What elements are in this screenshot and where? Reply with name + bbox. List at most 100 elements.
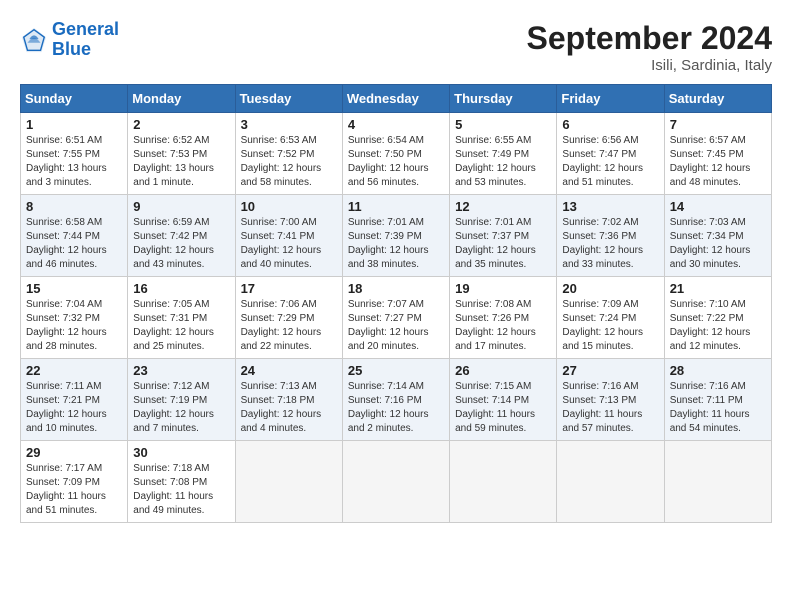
- day-number: 12: [455, 199, 551, 214]
- logo-text: General Blue: [52, 20, 119, 60]
- header-thursday: Thursday: [450, 85, 557, 113]
- sunset: Sunset: 7:21 PM: [26, 394, 122, 408]
- calendar-row: 1 Sunrise: 6:51 AM Sunset: 7:55 PM Dayli…: [21, 113, 772, 195]
- table-row: 19 Sunrise: 7:08 AM Sunset: 7:26 PM Dayl…: [450, 277, 557, 359]
- daylight: Daylight: 12 hours and 38 minutes.: [348, 244, 444, 272]
- table-row: 7 Sunrise: 6:57 AM Sunset: 7:45 PM Dayli…: [664, 113, 771, 195]
- sunrise: Sunrise: 7:17 AM: [26, 462, 122, 476]
- sunset: Sunset: 7:50 PM: [348, 148, 444, 162]
- sunset: Sunset: 7:47 PM: [562, 148, 658, 162]
- sunset: Sunset: 7:36 PM: [562, 230, 658, 244]
- sunset: Sunset: 7:32 PM: [26, 312, 122, 326]
- table-row: 29 Sunrise: 7:17 AM Sunset: 7:09 PM Dayl…: [21, 441, 128, 523]
- table-row: 16 Sunrise: 7:05 AM Sunset: 7:31 PM Dayl…: [128, 277, 235, 359]
- sunset: Sunset: 7:11 PM: [670, 394, 766, 408]
- sunset: Sunset: 7:18 PM: [241, 394, 337, 408]
- table-row: 25 Sunrise: 7:14 AM Sunset: 7:16 PM Dayl…: [342, 359, 449, 441]
- daylight: Daylight: 12 hours and 33 minutes.: [562, 244, 658, 272]
- sunrise: Sunrise: 7:03 AM: [670, 216, 766, 230]
- daylight: Daylight: 12 hours and 51 minutes.: [562, 162, 658, 190]
- day-number: 21: [670, 281, 766, 296]
- table-row: 26 Sunrise: 7:15 AM Sunset: 7:14 PM Dayl…: [450, 359, 557, 441]
- day-info: Sunrise: 6:54 AM Sunset: 7:50 PM Dayligh…: [348, 134, 444, 190]
- sunrise: Sunrise: 6:59 AM: [133, 216, 229, 230]
- day-number: 29: [26, 445, 122, 460]
- sunset: Sunset: 7:53 PM: [133, 148, 229, 162]
- day-number: 17: [241, 281, 337, 296]
- header-friday: Friday: [557, 85, 664, 113]
- day-number: 18: [348, 281, 444, 296]
- sunset: Sunset: 7:19 PM: [133, 394, 229, 408]
- daylight: Daylight: 12 hours and 25 minutes.: [133, 326, 229, 354]
- sunrise: Sunrise: 7:13 AM: [241, 380, 337, 394]
- day-info: Sunrise: 6:58 AM Sunset: 7:44 PM Dayligh…: [26, 216, 122, 272]
- day-number: 20: [562, 281, 658, 296]
- sunset: Sunset: 7:14 PM: [455, 394, 551, 408]
- header-tuesday: Tuesday: [235, 85, 342, 113]
- day-number: 11: [348, 199, 444, 214]
- table-row: 17 Sunrise: 7:06 AM Sunset: 7:29 PM Dayl…: [235, 277, 342, 359]
- sunset: Sunset: 7:24 PM: [562, 312, 658, 326]
- sunrise: Sunrise: 7:01 AM: [455, 216, 551, 230]
- table-row: 10 Sunrise: 7:00 AM Sunset: 7:41 PM Dayl…: [235, 195, 342, 277]
- daylight: Daylight: 12 hours and 35 minutes.: [455, 244, 551, 272]
- day-number: 13: [562, 199, 658, 214]
- logo-icon: [20, 26, 48, 54]
- day-info: Sunrise: 7:01 AM Sunset: 7:37 PM Dayligh…: [455, 216, 551, 272]
- day-info: Sunrise: 7:13 AM Sunset: 7:18 PM Dayligh…: [241, 380, 337, 436]
- day-info: Sunrise: 7:05 AM Sunset: 7:31 PM Dayligh…: [133, 298, 229, 354]
- day-info: Sunrise: 7:17 AM Sunset: 7:09 PM Dayligh…: [26, 462, 122, 518]
- daylight: Daylight: 12 hours and 2 minutes.: [348, 408, 444, 436]
- day-info: Sunrise: 7:09 AM Sunset: 7:24 PM Dayligh…: [562, 298, 658, 354]
- daylight: Daylight: 12 hours and 20 minutes.: [348, 326, 444, 354]
- header-sunday: Sunday: [21, 85, 128, 113]
- header-wednesday: Wednesday: [342, 85, 449, 113]
- sunset: Sunset: 7:42 PM: [133, 230, 229, 244]
- day-info: Sunrise: 6:52 AM Sunset: 7:53 PM Dayligh…: [133, 134, 229, 190]
- sunset: Sunset: 7:34 PM: [670, 230, 766, 244]
- sunset: Sunset: 7:16 PM: [348, 394, 444, 408]
- day-info: Sunrise: 7:14 AM Sunset: 7:16 PM Dayligh…: [348, 380, 444, 436]
- table-row: 13 Sunrise: 7:02 AM Sunset: 7:36 PM Dayl…: [557, 195, 664, 277]
- daylight: Daylight: 13 hours and 3 minutes.: [26, 162, 122, 190]
- day-number: 1: [26, 117, 122, 132]
- table-row: 24 Sunrise: 7:13 AM Sunset: 7:18 PM Dayl…: [235, 359, 342, 441]
- sunset: Sunset: 7:31 PM: [133, 312, 229, 326]
- daylight: Daylight: 12 hours and 28 minutes.: [26, 326, 122, 354]
- sunrise: Sunrise: 7:01 AM: [348, 216, 444, 230]
- table-row: 27 Sunrise: 7:16 AM Sunset: 7:13 PM Dayl…: [557, 359, 664, 441]
- day-number: 2: [133, 117, 229, 132]
- table-row: 15 Sunrise: 7:04 AM Sunset: 7:32 PM Dayl…: [21, 277, 128, 359]
- table-row: 28 Sunrise: 7:16 AM Sunset: 7:11 PM Dayl…: [664, 359, 771, 441]
- sunset: Sunset: 7:52 PM: [241, 148, 337, 162]
- sunrise: Sunrise: 7:15 AM: [455, 380, 551, 394]
- day-info: Sunrise: 6:56 AM Sunset: 7:47 PM Dayligh…: [562, 134, 658, 190]
- daylight: Daylight: 12 hours and 58 minutes.: [241, 162, 337, 190]
- day-info: Sunrise: 7:15 AM Sunset: 7:14 PM Dayligh…: [455, 380, 551, 436]
- sunrise: Sunrise: 7:07 AM: [348, 298, 444, 312]
- day-info: Sunrise: 7:10 AM Sunset: 7:22 PM Dayligh…: [670, 298, 766, 354]
- table-row: 20 Sunrise: 7:09 AM Sunset: 7:24 PM Dayl…: [557, 277, 664, 359]
- sunrise: Sunrise: 6:57 AM: [670, 134, 766, 148]
- day-number: 14: [670, 199, 766, 214]
- day-number: 27: [562, 363, 658, 378]
- calendar-row: 22 Sunrise: 7:11 AM Sunset: 7:21 PM Dayl…: [21, 359, 772, 441]
- calendar-row: 29 Sunrise: 7:17 AM Sunset: 7:09 PM Dayl…: [21, 441, 772, 523]
- day-number: 23: [133, 363, 229, 378]
- day-number: 4: [348, 117, 444, 132]
- table-row: [342, 441, 449, 523]
- sunrise: Sunrise: 6:54 AM: [348, 134, 444, 148]
- daylight: Daylight: 12 hours and 53 minutes.: [455, 162, 551, 190]
- sunset: Sunset: 7:27 PM: [348, 312, 444, 326]
- daylight: Daylight: 12 hours and 43 minutes.: [133, 244, 229, 272]
- table-row: 3 Sunrise: 6:53 AM Sunset: 7:52 PM Dayli…: [235, 113, 342, 195]
- day-number: 26: [455, 363, 551, 378]
- day-info: Sunrise: 6:55 AM Sunset: 7:49 PM Dayligh…: [455, 134, 551, 190]
- sunrise: Sunrise: 7:02 AM: [562, 216, 658, 230]
- sunrise: Sunrise: 7:08 AM: [455, 298, 551, 312]
- daylight: Daylight: 13 hours and 1 minute.: [133, 162, 229, 190]
- header-monday: Monday: [128, 85, 235, 113]
- sunset: Sunset: 7:26 PM: [455, 312, 551, 326]
- table-row: 18 Sunrise: 7:07 AM Sunset: 7:27 PM Dayl…: [342, 277, 449, 359]
- table-row: 14 Sunrise: 7:03 AM Sunset: 7:34 PM Dayl…: [664, 195, 771, 277]
